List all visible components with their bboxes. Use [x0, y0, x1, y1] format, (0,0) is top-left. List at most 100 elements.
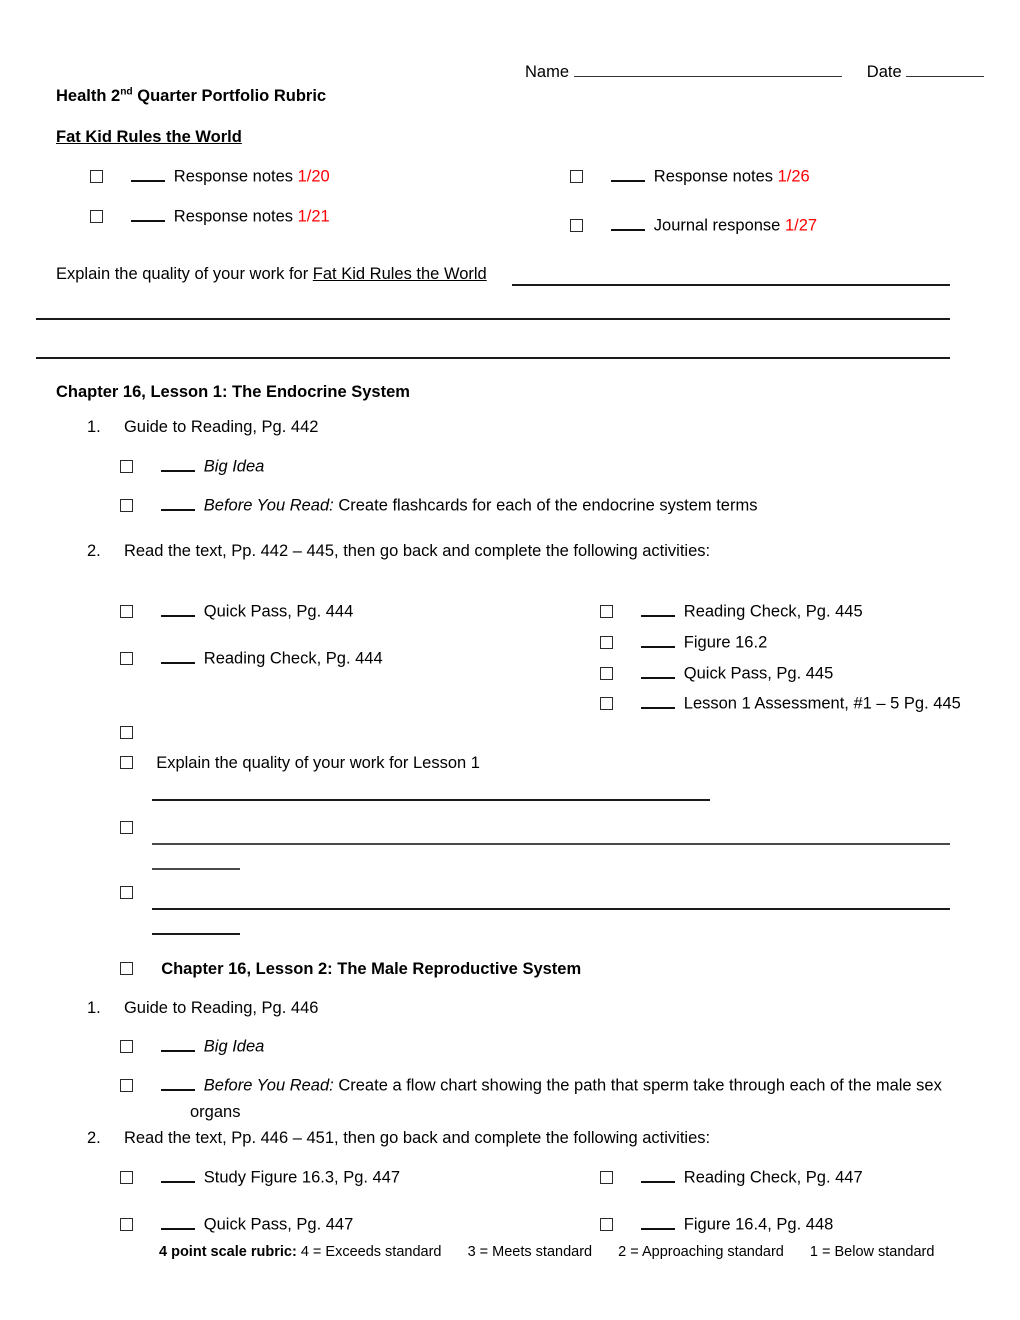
section-heading-lesson2-label: Chapter 16, Lesson 2: The Male Reproduct…	[161, 960, 582, 978]
checkbox-icon[interactable]	[120, 821, 133, 834]
name-date-header: Name Date	[525, 62, 985, 83]
checkbox-label: Reading Check, Pg. 447	[683, 1168, 863, 1187]
checkbox-row-figure-16-4[interactable]: Figure 16.4, Pg. 448	[600, 1214, 833, 1235]
checkbox-icon[interactable]	[120, 1217, 133, 1231]
checkbox-icon[interactable]	[120, 886, 133, 899]
date-blank-line[interactable]	[906, 62, 985, 78]
checkbox-icon[interactable]	[120, 962, 133, 975]
score-blank[interactable]	[161, 1036, 196, 1052]
answer-line-lesson1-3-wrap[interactable]	[152, 933, 240, 935]
score-blank[interactable]	[641, 1167, 676, 1183]
checkbox-row-lesson2-big-idea[interactable]: Big Idea	[120, 1036, 264, 1057]
checkbox-icon[interactable]	[120, 604, 133, 618]
score-blank[interactable]	[161, 648, 196, 664]
section-heading-lesson2[interactable]: Chapter 16, Lesson 2: The Male Reproduct…	[120, 960, 581, 980]
list-number: 2.	[87, 542, 101, 560]
checkbox-row-response-notes-1-20[interactable]: Response notes 1/20	[90, 166, 330, 187]
numbered-item-lesson1-2: 2. Read the text, Pp. 442 – 445, then go…	[87, 542, 710, 562]
checkbox-icon[interactable]	[120, 459, 133, 473]
checkbox-row-figure-16-2[interactable]: Figure 16.2	[600, 632, 767, 653]
footer-scale-3: 3 = Meets standard	[467, 1244, 593, 1260]
checkbox-row-study-figure-16-3[interactable]: Study Figure 16.3, Pg. 447	[120, 1167, 400, 1188]
explain-prompt-fat-kid: Explain the quality of your work for Fat…	[56, 265, 487, 285]
score-blank[interactable]	[611, 215, 646, 231]
score-blank[interactable]	[641, 663, 676, 679]
checkbox-label: Journal response	[653, 216, 781, 235]
checkbox-label: Quick Pass, Pg. 444	[203, 602, 354, 621]
answer-line-fat-kid-1[interactable]	[512, 284, 950, 286]
list-item-text: Guide to Reading, Pg. 446	[123, 999, 319, 1017]
checkbox-icon[interactable]	[570, 218, 583, 232]
checkbox-icon[interactable]	[600, 696, 613, 710]
checkbox-icon[interactable]	[120, 1170, 133, 1184]
checkbox-icon[interactable]	[600, 666, 613, 680]
checkbox-icon[interactable]	[600, 635, 613, 649]
answer-line-fat-kid-3[interactable]	[36, 357, 950, 359]
checkbox-row-lesson2-before-you-read[interactable]: Before You Read: Create a flow chart sho…	[120, 1075, 942, 1096]
answer-line-lesson1-3[interactable]	[152, 908, 950, 910]
score-blank[interactable]	[131, 166, 166, 182]
score-blank[interactable]	[161, 495, 196, 511]
score-blank[interactable]	[161, 456, 196, 472]
checkbox-row-response-notes-1-26[interactable]: Response notes 1/26	[570, 166, 810, 187]
due-date: 1/21	[297, 207, 330, 226]
score-blank[interactable]	[611, 166, 646, 182]
checkbox-icon[interactable]	[600, 1217, 613, 1231]
section-heading-lesson1: Chapter 16, Lesson 1: The Endocrine Syst…	[56, 383, 410, 401]
checkbox-icon[interactable]	[600, 604, 613, 618]
footer-scale-1: 1 = Below standard	[809, 1244, 935, 1260]
checkbox-icon[interactable]	[90, 169, 103, 183]
score-blank[interactable]	[131, 206, 166, 222]
checkbox-row-lesson1-big-idea[interactable]: Big Idea	[120, 456, 264, 477]
checkbox-label: Response notes	[173, 207, 294, 226]
checkbox-icon[interactable]	[120, 1078, 133, 1092]
checkbox-row-quick-pass-444[interactable]: Quick Pass, Pg. 444	[120, 601, 353, 622]
checkbox-row-reading-check-445[interactable]: Reading Check, Pg. 445	[600, 601, 863, 622]
name-label: Name	[525, 63, 570, 82]
checkbox-label: Figure 16.2	[683, 633, 768, 652]
numbered-item-lesson2-1: 1. Guide to Reading, Pg. 446	[87, 999, 318, 1019]
answer-line-lesson1-2[interactable]	[152, 843, 950, 845]
checkbox-row-answer-line-3[interactable]	[120, 884, 133, 904]
checkbox-row-quick-pass-445[interactable]: Quick Pass, Pg. 445	[600, 663, 833, 684]
checkbox-row-explain-lesson1[interactable]: Explain the quality of your work for Les…	[120, 754, 480, 774]
checkbox-row-response-notes-1-21[interactable]: Response notes 1/21	[90, 206, 330, 227]
checkbox-row-lesson1-assessment[interactable]: Lesson 1 Assessment, #1 – 5 Pg. 445	[600, 693, 961, 714]
checkbox-icon[interactable]	[120, 498, 133, 512]
score-blank[interactable]	[641, 1214, 676, 1230]
score-blank[interactable]	[161, 1214, 196, 1230]
checkbox-icon[interactable]	[120, 756, 133, 769]
checkbox-row-reading-check-447[interactable]: Reading Check, Pg. 447	[600, 1167, 863, 1188]
checkbox-row-reading-check-444[interactable]: Reading Check, Pg. 444	[120, 648, 383, 669]
checkbox-row-journal-response-1-27[interactable]: Journal response 1/27	[570, 215, 817, 236]
score-blank[interactable]	[161, 601, 196, 617]
score-blank[interactable]	[161, 1075, 196, 1091]
checkbox-label-italic: Big Idea	[203, 457, 265, 476]
list-item-text: Guide to Reading, Pg. 442	[123, 418, 319, 436]
checkbox-label: Lesson 1 Assessment, #1 – 5 Pg. 445	[683, 694, 961, 713]
checkbox-icon[interactable]	[120, 651, 133, 665]
answer-line-lesson1-2-wrap[interactable]	[152, 868, 240, 870]
checkbox-icon[interactable]	[120, 726, 133, 739]
checkbox-icon[interactable]	[120, 1039, 133, 1053]
checkbox-icon[interactable]	[600, 1170, 613, 1184]
checkbox-icon[interactable]	[570, 169, 583, 183]
page-title-superscript: nd	[120, 86, 133, 98]
explain-prompt-subject: Fat Kid Rules the World	[312, 265, 487, 283]
answer-line-lesson1-1[interactable]	[152, 799, 710, 801]
name-blank-line[interactable]	[573, 62, 842, 78]
score-blank[interactable]	[641, 693, 676, 709]
score-blank[interactable]	[641, 601, 676, 617]
checkbox-label-rest: Create a flow chart showing the path tha…	[338, 1076, 942, 1095]
checkbox-row-quick-pass-447[interactable]: Quick Pass, Pg. 447	[120, 1214, 353, 1235]
checkbox-row-empty[interactable]	[120, 724, 133, 744]
checkbox-row-lesson1-before-you-read[interactable]: Before You Read: Create flashcards for e…	[120, 495, 757, 516]
explain-prompt-prefix: Explain the quality of your work for	[56, 265, 313, 283]
score-blank[interactable]	[641, 632, 676, 648]
checkbox-row-answer-line-2[interactable]	[120, 819, 133, 839]
due-date: 1/27	[784, 216, 818, 235]
score-blank[interactable]	[161, 1167, 196, 1183]
answer-line-fat-kid-2[interactable]	[36, 318, 950, 320]
checkbox-icon[interactable]	[90, 209, 103, 223]
due-date: 1/20	[297, 167, 330, 186]
